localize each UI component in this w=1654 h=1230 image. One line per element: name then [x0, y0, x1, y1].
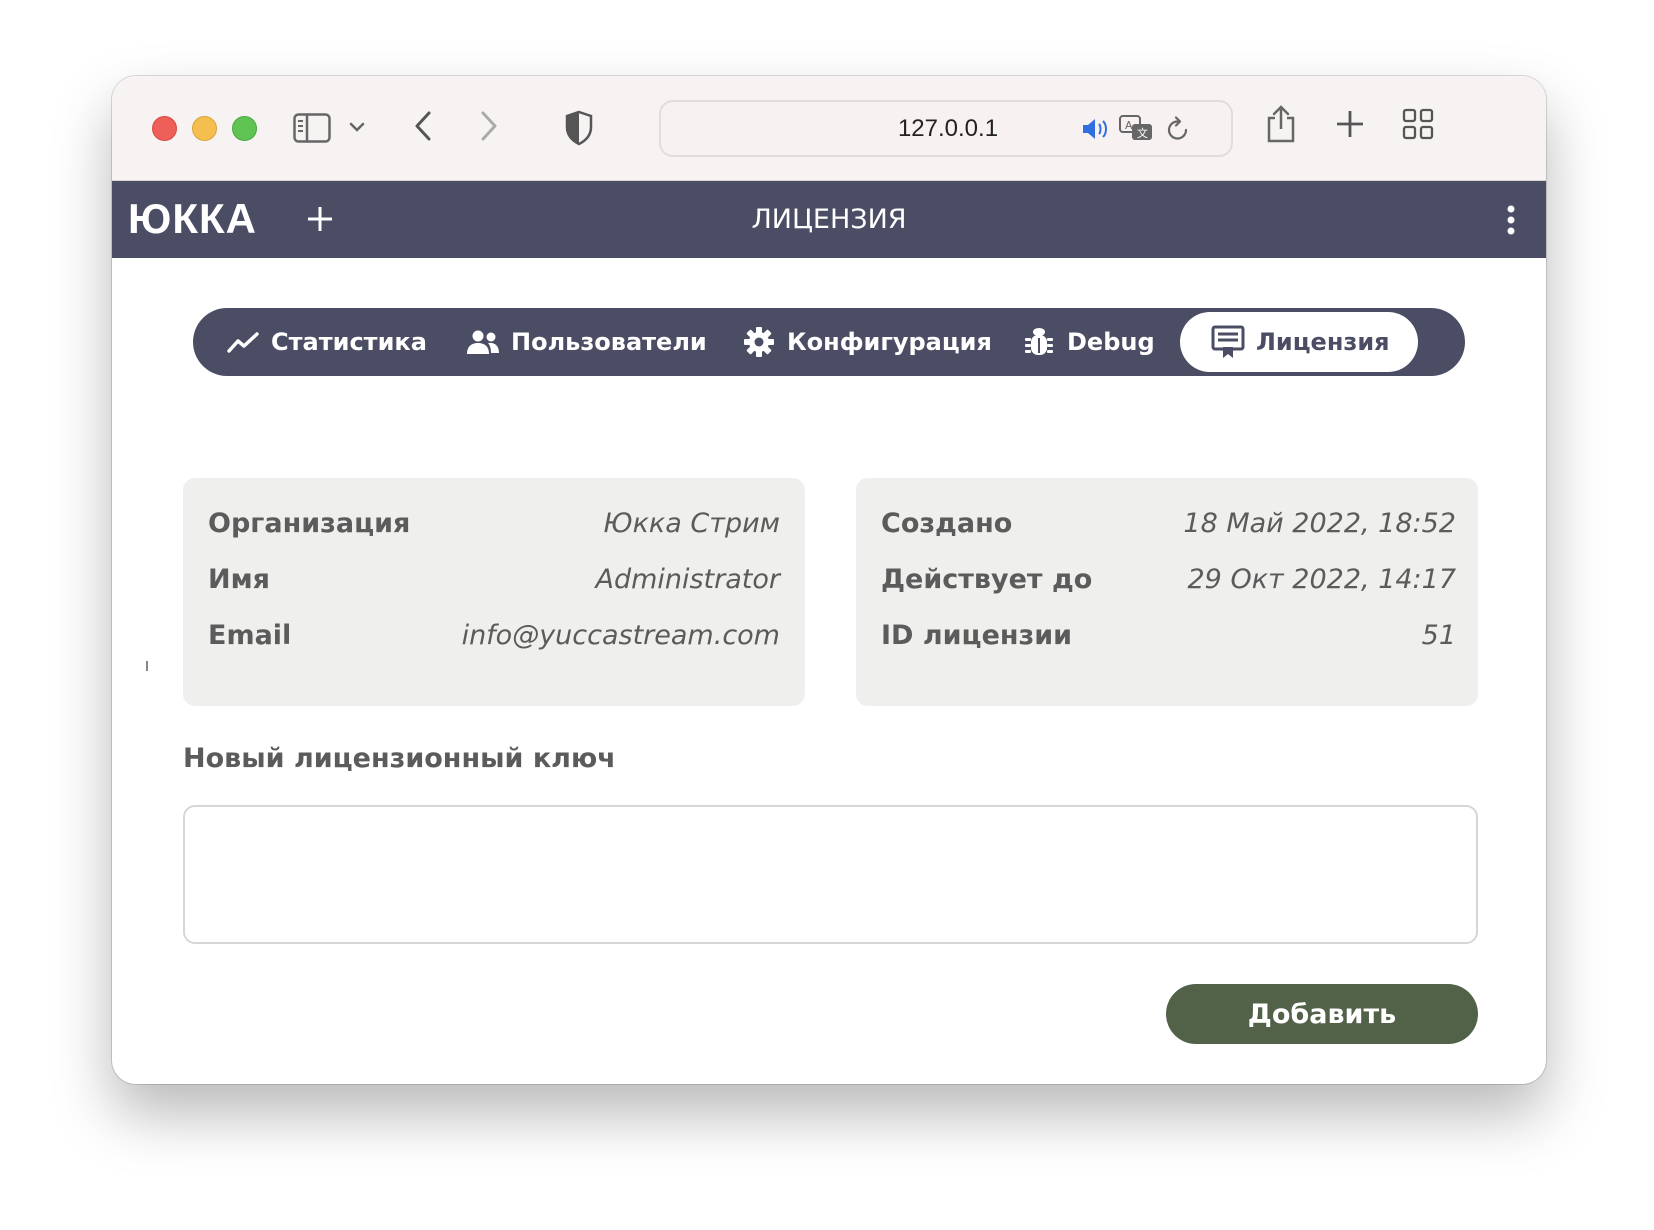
info-row: Создано 18 Май 2022, 18:52 [881, 503, 1456, 543]
tab-configuration[interactable]: Конфигурация [741, 308, 992, 376]
browser-window: 127.0.0.1 A文 ЮККА ЛИЦЕНЗИЯ Статистика По… [112, 76, 1546, 1084]
name-label: Имя [208, 563, 271, 595]
info-row: ID лицензии 51 [881, 615, 1456, 655]
tab-users[interactable]: Пользователи [465, 308, 707, 376]
reload-icon[interactable] [1163, 114, 1193, 144]
tab-label: Лицензия [1256, 328, 1390, 356]
forward-arrow-icon[interactable] [472, 104, 506, 148]
info-row: Действует до 29 Окт 2022, 14:17 [881, 559, 1456, 599]
chevron-down-icon[interactable] [344, 114, 370, 140]
shield-icon[interactable] [560, 106, 598, 150]
app-header: ЮККА ЛИЦЕНЗИЯ [112, 181, 1546, 258]
translate-icon[interactable]: A文 [1117, 112, 1155, 146]
close-window-button[interactable] [152, 116, 177, 141]
tab-statistics[interactable]: Статистика [225, 308, 427, 376]
gear-icon [741, 324, 777, 360]
created-value: 18 Май 2022, 18:52 [1183, 507, 1456, 539]
browser-toolbar: 127.0.0.1 A文 [112, 76, 1546, 181]
bug-icon [1021, 324, 1057, 360]
info-row: Email info@yuccastream.com [208, 615, 780, 655]
address-bar[interactable]: 127.0.0.1 A文 [659, 100, 1233, 157]
plus-icon [308, 207, 332, 231]
cursor-mark [146, 661, 148, 671]
more-menu-icon[interactable] [1496, 201, 1526, 239]
license-id-value: 51 [1421, 619, 1456, 651]
email-label: Email [208, 619, 292, 651]
tab-label: Debug [1067, 328, 1155, 356]
add-license-button[interactable]: Добавить [1166, 984, 1478, 1044]
info-row: Организация Юкка Стрим [208, 503, 780, 543]
tab-debug[interactable]: Debug [1021, 308, 1155, 376]
certificate-icon [1210, 324, 1246, 360]
created-label: Создано [881, 507, 1013, 539]
svg-text:文: 文 [1137, 126, 1148, 140]
app-logo[interactable]: ЮККА [128, 195, 257, 243]
name-value: Administrator [595, 563, 780, 595]
svg-text:A: A [1125, 119, 1133, 132]
license-info-card: Создано 18 Май 2022, 18:52 Действует до … [856, 478, 1478, 706]
speaker-icon[interactable] [1079, 114, 1111, 144]
license-key-input[interactable] [183, 805, 1478, 944]
organization-value: Юкка Стрим [603, 507, 780, 539]
plus-icon[interactable] [1332, 106, 1368, 142]
back-arrow-icon[interactable] [406, 104, 440, 148]
valid-until-label: Действует до [881, 563, 1093, 595]
tab-license[interactable]: Лицензия [1180, 312, 1418, 372]
license-id-label: ID лицензии [881, 619, 1073, 651]
tab-label: Конфигурация [787, 328, 992, 356]
info-row: Имя Administrator [208, 559, 780, 599]
tab-overview-icon[interactable] [1400, 106, 1436, 142]
chart-line-icon [225, 324, 261, 360]
sidebar-icon[interactable] [290, 106, 334, 150]
new-key-label: Новый лицензионный ключ [183, 743, 616, 774]
nav-tabs: Статистика Пользователи Конфигурация Deb… [193, 308, 1465, 376]
users-icon [465, 324, 501, 360]
email-value: info@yuccastream.com [461, 619, 780, 651]
valid-until-value: 29 Окт 2022, 14:17 [1187, 563, 1457, 595]
tab-label: Пользователи [511, 328, 707, 356]
add-button-header[interactable] [300, 199, 340, 239]
minimize-window-button[interactable] [192, 116, 217, 141]
tab-label: Статистика [271, 328, 427, 356]
organization-label: Организация [208, 507, 411, 539]
license-owner-card: Организация Юкка Стрим Имя Administrator… [183, 478, 805, 706]
share-icon[interactable] [1262, 100, 1300, 148]
zoom-window-button[interactable] [232, 116, 257, 141]
